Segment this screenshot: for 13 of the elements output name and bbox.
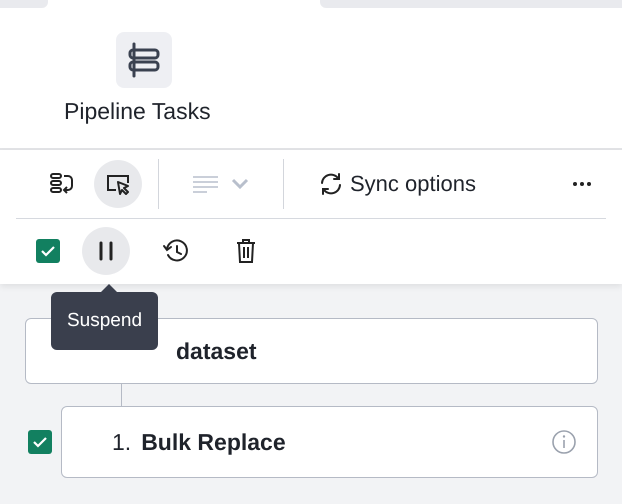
checkbox[interactable] bbox=[28, 430, 52, 454]
select-cursor-icon[interactable] bbox=[94, 160, 142, 208]
sync-options-button[interactable]: Sync options bbox=[318, 171, 476, 197]
step-card[interactable]: 1. Bulk Replace bbox=[61, 406, 598, 478]
panel-title: Pipeline Tasks bbox=[64, 98, 211, 125]
pipeline-icon bbox=[116, 32, 172, 88]
step-number: 1. bbox=[112, 428, 132, 456]
source-title: dataset bbox=[176, 338, 257, 364]
checkbox[interactable] bbox=[36, 239, 60, 263]
pause-icon[interactable] bbox=[82, 227, 130, 275]
step-name: Bulk Replace bbox=[141, 428, 286, 456]
sync-icon bbox=[318, 171, 344, 197]
info-icon[interactable] bbox=[551, 429, 577, 455]
